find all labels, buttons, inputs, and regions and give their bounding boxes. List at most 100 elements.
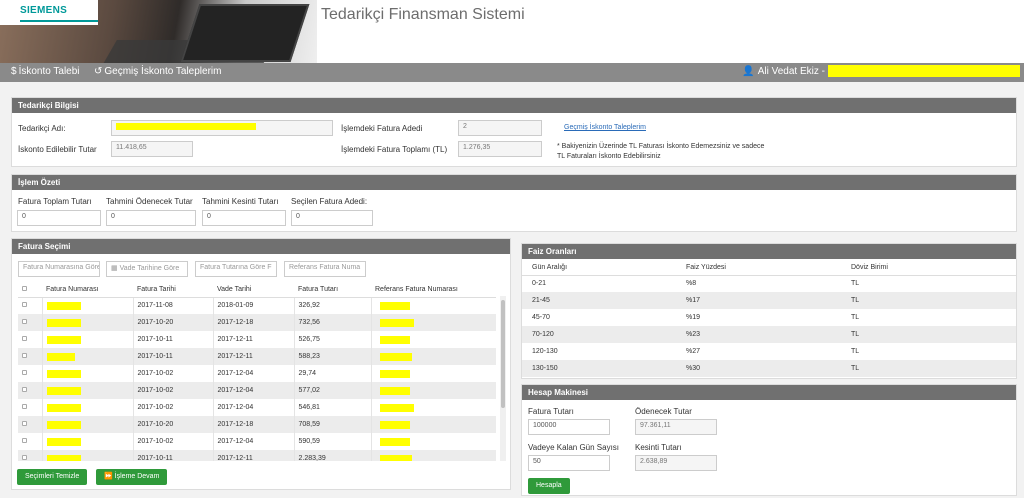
cell-vade-tarihi: 2017-12-04	[213, 365, 295, 382]
row-checkbox[interactable]	[22, 438, 27, 443]
cell-vade-tarihi: 2018-01-09	[213, 297, 295, 314]
col-fatura-tutari[interactable]: Fatura Tutarı	[294, 283, 371, 298]
cell-fatura-no	[42, 297, 134, 314]
user-menu[interactable]: 👤 Ali Vedat Ekiz -	[742, 65, 1020, 77]
fatura-table: Fatura Numarası Fatura Tarihi Vade Tarih…	[18, 283, 496, 461]
cell-fatura-no	[42, 314, 134, 331]
cell-fatura-no	[42, 365, 134, 382]
ozet-panel: İşlem Özeti Fatura Toplam Tutarı 0 Tahmi…	[11, 174, 1017, 232]
nav-iskonto-talebi[interactable]: $ İskonto Talebi	[11, 66, 80, 77]
row-checkbox[interactable]	[22, 387, 27, 392]
row-checkbox[interactable]	[22, 404, 27, 409]
select-all-checkbox[interactable]	[22, 286, 27, 292]
col-referans-no[interactable]: Referans Fatura Numarası	[371, 283, 496, 298]
table-row[interactable]: 2017-10-20 2017-12-18 732,56	[18, 314, 496, 331]
table-row[interactable]: 2017-10-20 2017-12-18 708,59	[18, 416, 496, 433]
cell-faiz-yuzdesi: %19	[686, 314, 701, 321]
hesapla-button[interactable]: Hesapla	[528, 478, 570, 494]
redacted-bar	[46, 454, 81, 461]
row-checkbox[interactable]	[22, 353, 27, 358]
filter-referans-no[interactable]: Referans Fatura Numa	[284, 261, 366, 277]
table-row[interactable]: 2017-10-02 2017-12-04 546,81	[18, 399, 496, 416]
redacted-bar	[379, 301, 410, 310]
fatura-toplami-field: 1.276,35	[458, 141, 542, 157]
cell-vade-tarihi: 2017-12-18	[213, 314, 295, 331]
col-fatura-no[interactable]: Fatura Numarası	[42, 283, 133, 298]
col-gun-araligi: Gün Aralığı	[522, 261, 682, 276]
cell-fatura-no	[42, 399, 134, 416]
redacted-bar	[379, 318, 414, 327]
fatura-adedi-field: 2	[458, 120, 542, 136]
table-row[interactable]: 2017-10-02 2017-12-04 590,59	[18, 433, 496, 450]
fatura-toplami-label: İşlemdeki Fatura Toplamı (TL)	[341, 145, 448, 154]
cell-fatura-tutari: 29,74	[294, 365, 372, 382]
cell-fatura-tutari: 577,02	[294, 382, 372, 399]
cell-referans-no	[371, 450, 496, 461]
redacted-bar	[46, 318, 81, 327]
cell-fatura-tarihi: 2017-10-11	[133, 348, 214, 365]
row-checkbox[interactable]	[22, 455, 27, 460]
filter-fatura-tutari[interactable]: Fatura Tutarına Göre F	[195, 261, 277, 277]
row-checkbox[interactable]	[22, 302, 27, 308]
faiz-table: Gün Aralığı Faiz Yüzdesi Döviz Birimi 0-…	[522, 261, 1016, 377]
redacted-bar	[379, 352, 412, 361]
cell-fatura-tutari: 708,59	[294, 416, 372, 433]
cell-vade-tarihi: 2017-12-18	[213, 416, 295, 433]
cell-fatura-tarihi: 2017-10-02	[133, 365, 214, 382]
tedarikci-adi-label: Tedarikçi Adı:	[18, 124, 66, 133]
row-checkbox[interactable]	[22, 370, 27, 375]
cell-vade-tarihi: 2017-12-11	[213, 450, 295, 461]
cell-vade-tarihi: 2017-12-11	[213, 331, 295, 348]
redacted-bar	[379, 454, 412, 461]
forward-icon: ⏩	[104, 473, 113, 480]
row-checkbox[interactable]	[22, 421, 27, 426]
table-row[interactable]: 2017-10-02 2017-12-04 29,74	[18, 365, 496, 382]
cell-fatura-no	[42, 331, 134, 348]
rate-row: 70-120 %23 TL	[522, 326, 1016, 343]
cell-fatura-tutari: 588,23	[294, 348, 372, 365]
table-row[interactable]: 2017-10-02 2017-12-04 577,02	[18, 382, 496, 399]
cell-fatura-tutari: 546,81	[294, 399, 372, 416]
cell-fatura-tutari: 326,92	[294, 297, 372, 314]
col-fatura-tarihi[interactable]: Fatura Tarihi	[133, 283, 213, 298]
continue-button[interactable]: ⏩ İşleme Devam	[96, 469, 168, 485]
table-row[interactable]: 2017-11-08 2018-01-09 326,92	[18, 297, 496, 314]
col-faiz-yuzdesi: Faiz Yüzdesi	[682, 261, 847, 276]
clear-selection-button[interactable]: Seçimleri Temizle	[17, 469, 88, 485]
fatura-tutari-input[interactable]: 100000	[528, 419, 610, 435]
gun-sayisi-input[interactable]: 50	[528, 455, 610, 471]
cell-gun-araligi: 0-21	[532, 280, 547, 288]
cell-faiz-yuzdesi: %23	[682, 326, 847, 343]
table-scrollbar[interactable]	[500, 296, 506, 461]
kesinti-field: 2.638,89	[635, 455, 717, 471]
tedarikci-adi-field	[111, 120, 333, 136]
cell-fatura-tutari: 2.283,39	[294, 450, 372, 461]
cell-vade-tarihi: 2017-12-04	[213, 399, 295, 416]
cell-referans-no	[371, 348, 496, 365]
cell-gun-araligi: 120-130	[532, 348, 558, 355]
redacted-bar	[46, 386, 81, 395]
table-row[interactable]: 2017-10-11 2017-12-11 588,23	[18, 348, 496, 365]
row-checkbox[interactable]	[22, 319, 27, 324]
col-vade-tarihi[interactable]: Vade Tarihi	[213, 283, 294, 298]
filter-vade-tarihi[interactable]: ▦ Vade Tarihine Göre	[106, 261, 188, 277]
cell-referans-no	[371, 433, 496, 450]
filter-fatura-no[interactable]: Fatura Numarasına Göre	[18, 261, 100, 277]
table-row[interactable]: 2017-10-11 2017-12-11 2.283,39	[18, 450, 496, 461]
gecmis-talepler-link[interactable]: Geçmiş İskonto Taleplerim	[564, 124, 646, 131]
fatura-panel: Fatura Seçimi Fatura Numarasına Göre ▦ V…	[11, 238, 511, 490]
table-row[interactable]: 2017-10-11 2017-12-11 526,75	[18, 331, 496, 348]
faiz-panel: Faiz Oranları Gün Aralığı Faiz Yüzdesi D…	[521, 243, 1017, 379]
cell-faiz-yuzdesi: %17	[682, 292, 847, 309]
scrollbar-thumb[interactable]	[501, 300, 505, 408]
kesinti-label: Kesinti Tutarı	[635, 443, 682, 452]
header: SIEMENS Tedarikçi Finansman Sistemi	[0, 0, 1024, 63]
nav-gecmis-talepler[interactable]: ↺ Geçmiş İskonto Taleplerim	[94, 66, 221, 77]
gun-sayisi-label: Vadeye Kalan Gün Sayısı	[528, 443, 620, 452]
row-checkbox[interactable]	[22, 336, 27, 341]
rate-row: 21-45 %17 TL	[522, 292, 1016, 309]
redacted-bar	[828, 65, 1020, 77]
fatura-title: Fatura Seçimi	[12, 239, 510, 254]
faiz-title: Faiz Oranları	[522, 244, 1016, 259]
cell-vade-tarihi: 2017-12-04	[213, 433, 295, 450]
